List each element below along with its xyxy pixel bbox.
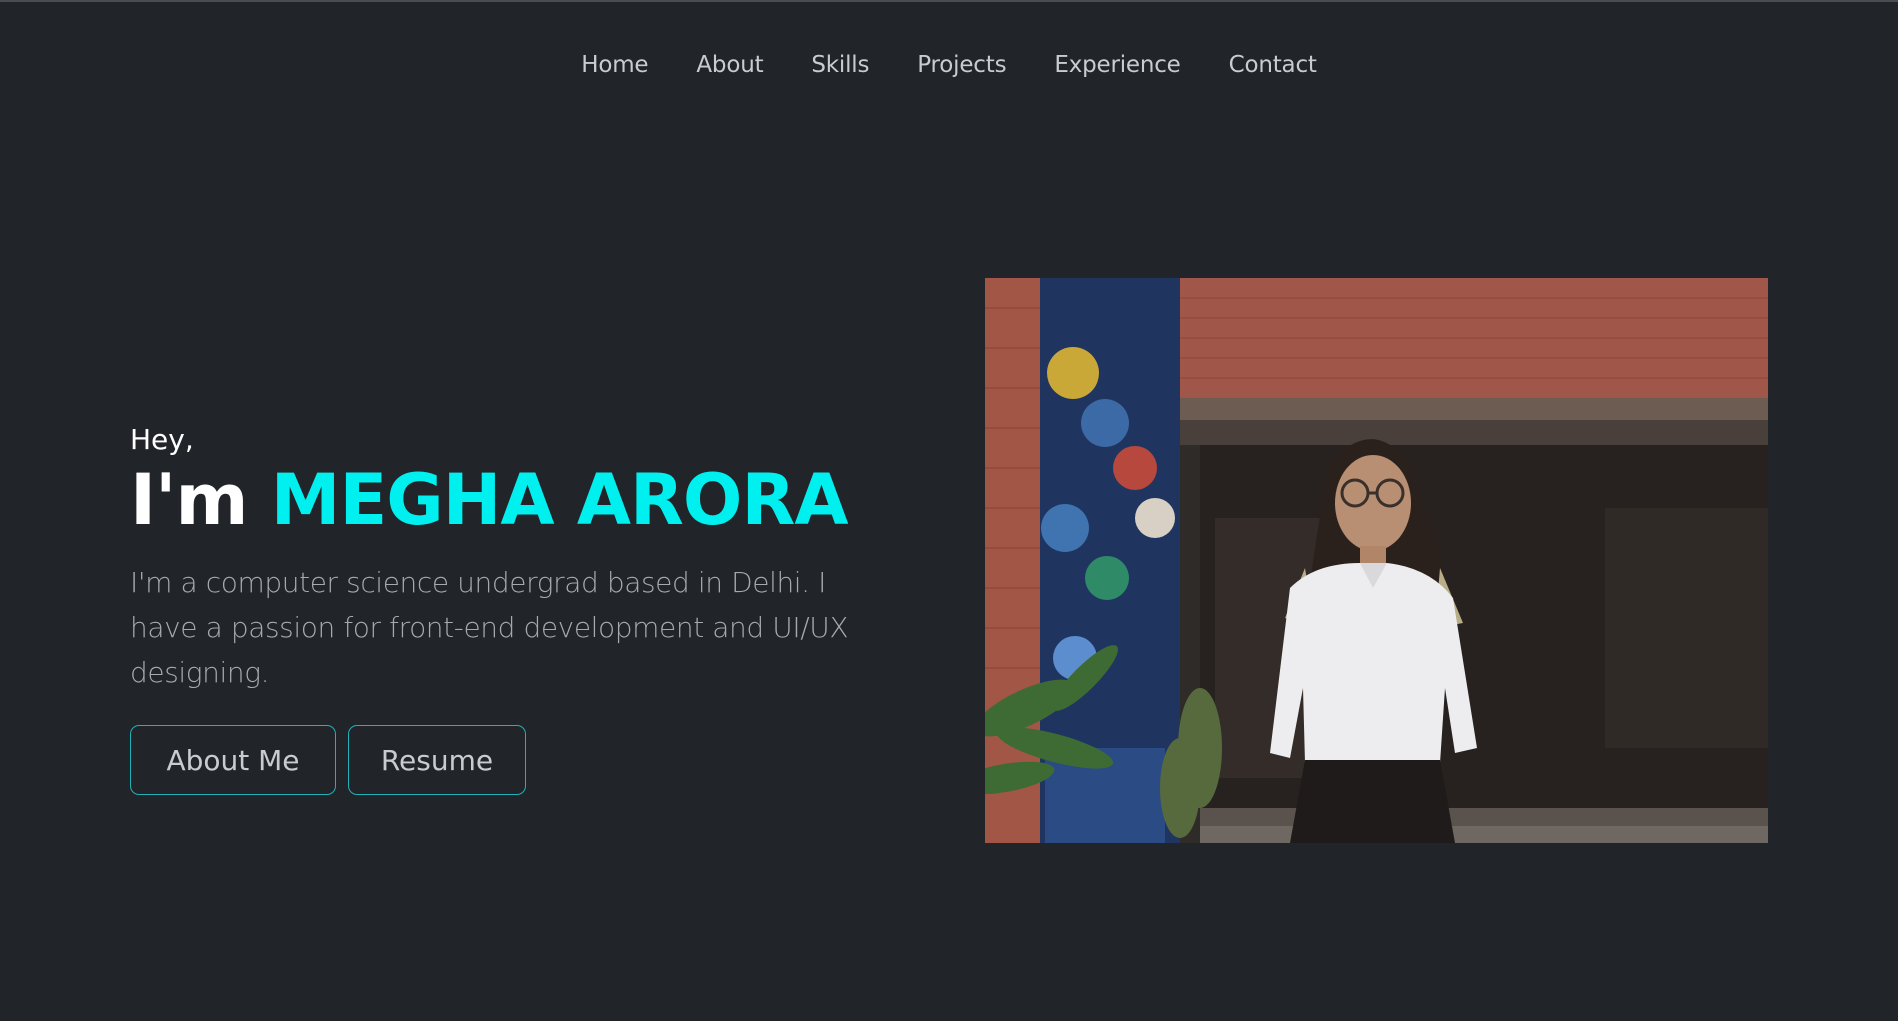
- nav-skills[interactable]: Skills: [811, 52, 869, 78]
- nav-projects[interactable]: Projects: [917, 52, 1006, 78]
- nav-experience[interactable]: Experience: [1054, 52, 1180, 78]
- nav-home[interactable]: Home: [581, 52, 648, 78]
- hero-headline: I'm MEGHA ARORA: [130, 460, 890, 540]
- profile-photo: [985, 278, 1768, 843]
- nav-about[interactable]: About: [696, 52, 763, 78]
- window-top-edge: [0, 0, 1898, 2]
- profile-photo-illustration: [985, 278, 1768, 843]
- hero-bio: I'm a computer science undergrad based i…: [130, 566, 849, 689]
- main-nav: Home About Skills Projects Experience Co…: [0, 52, 1898, 78]
- hero-buttons: About Me Resume: [130, 725, 890, 795]
- about-me-button[interactable]: About Me: [130, 725, 336, 795]
- hero-greeting: Hey,: [130, 423, 194, 456]
- hero-section: Hey, I'm MEGHA ARORA I'm a computer scie…: [130, 422, 890, 795]
- hero-name: MEGHA ARORA: [270, 459, 849, 541]
- nav-contact[interactable]: Contact: [1229, 52, 1317, 78]
- hero-intro: I'm: [130, 459, 271, 541]
- resume-button[interactable]: Resume: [348, 725, 526, 795]
